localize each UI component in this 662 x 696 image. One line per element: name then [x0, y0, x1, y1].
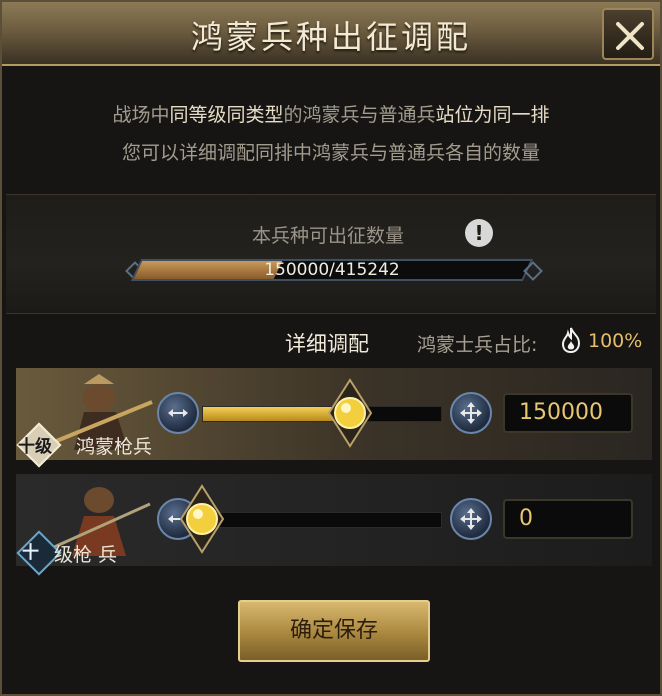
unit-level-label: 十级	[18, 437, 52, 457]
ratio-value: 100%	[588, 330, 643, 352]
quota-label: 本兵种可出征数量	[252, 225, 405, 247]
exclamation-icon[interactable]: !	[465, 219, 493, 247]
cross-arrows-icon	[460, 402, 482, 424]
unit-level-label: 十	[22, 543, 39, 563]
save-button[interactable]: 确定保存	[238, 600, 430, 662]
slider-track[interactable]	[202, 512, 442, 528]
ratio-label: 鸿蒙士兵占比:	[417, 334, 538, 356]
unit-name-label: 级枪 兵	[54, 544, 118, 566]
intro-line-2: 您可以详细调配同排中鸿蒙兵与普通兵各自的数量	[121, 142, 540, 164]
unit-name-label: 鸿蒙枪兵	[76, 436, 153, 458]
quota-progress-text: 150000/415242	[264, 260, 400, 280]
slider-track[interactable]	[202, 406, 442, 422]
decrease-button[interactable]	[157, 392, 199, 434]
close-icon	[616, 22, 644, 50]
dialog-header: 鸿蒙兵种出征调配	[2, 2, 660, 66]
unit-row-honghuang-spearman: 十级 鸿蒙枪兵 150000	[16, 368, 652, 468]
left-right-arrows-icon	[168, 409, 188, 417]
close-button[interactable]	[602, 8, 654, 60]
quantity-input[interactable]: 150000	[503, 393, 633, 433]
flame-icon	[561, 327, 581, 353]
slider-knob[interactable]	[327, 378, 373, 448]
unit-row-spearman: 十 级枪 兵 0	[16, 474, 652, 576]
troop-allocation-dialog: 鸿蒙兵种出征调配 战场中同等级同类型的鸿蒙兵与普通兵站位为同一排 您可以详细调配…	[0, 0, 662, 696]
increase-button[interactable]	[450, 498, 492, 540]
quantity-input[interactable]: 0	[503, 499, 633, 539]
cross-arrows-icon	[460, 508, 482, 530]
detail-title: 详细调配	[285, 332, 369, 356]
slider-knob[interactable]	[179, 484, 225, 554]
dialog-title: 鸿蒙兵种出征调配	[190, 18, 471, 56]
intro-line-1: 战场中同等级同类型的鸿蒙兵与普通兵站位为同一排	[112, 104, 550, 126]
quota-panel: 本兵种可出征数量 ! 150000/415242	[6, 194, 656, 314]
increase-button[interactable]	[450, 392, 492, 434]
